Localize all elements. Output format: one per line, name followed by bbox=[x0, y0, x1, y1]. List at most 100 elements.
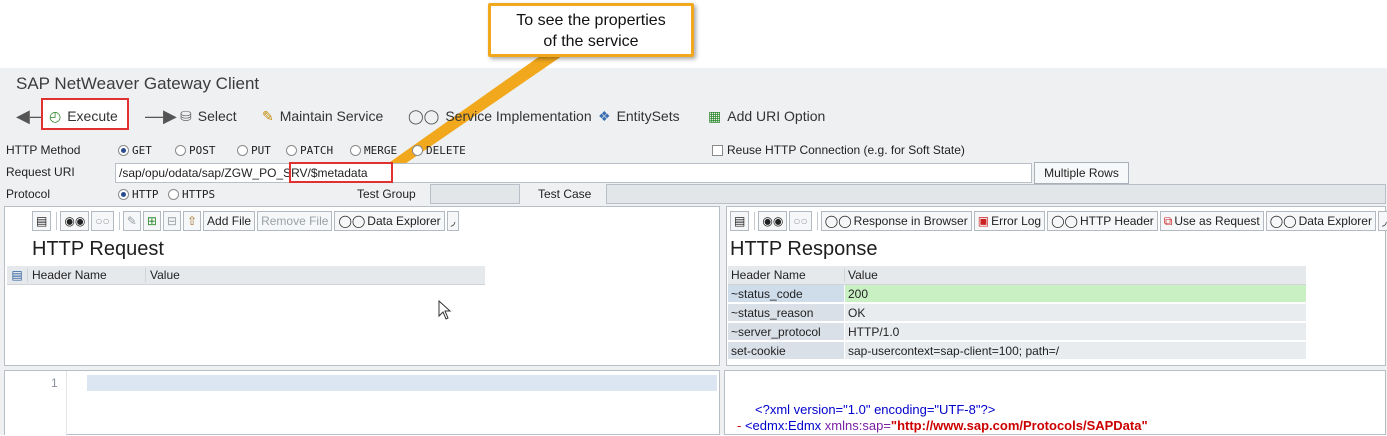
request-find-button[interactable]: ◉◉ bbox=[60, 211, 90, 231]
method-label-delete: DELETE bbox=[426, 144, 466, 157]
hierarchy-icon: ❖ bbox=[598, 107, 611, 124]
collapse-toggle[interactable]: - bbox=[737, 418, 745, 433]
xml-declaration: <?xml version="1.0" encoding="UTF-8"?> bbox=[755, 402, 996, 417]
headset-icon: ◞ bbox=[450, 214, 456, 228]
use-as-request-button[interactable]: ⧉ Use as Request bbox=[1159, 211, 1264, 231]
request-delete-row-button[interactable]: ⊟ bbox=[162, 211, 181, 231]
edit-icon: ✎ bbox=[262, 107, 274, 124]
method-label-post: POST bbox=[189, 144, 216, 157]
glasses-icon: ◯◯ bbox=[338, 214, 366, 228]
method-radio-put[interactable]: PUT bbox=[237, 144, 271, 157]
xml-attribute: xmlns:sap= bbox=[824, 418, 891, 433]
method-label-put: PUT bbox=[251, 144, 271, 157]
select-button[interactable]: ⛁ Select bbox=[180, 104, 237, 128]
radio-icon bbox=[286, 145, 297, 156]
radio-selected-icon bbox=[118, 145, 129, 156]
protocol-radio-http[interactable]: HTTP bbox=[118, 188, 159, 201]
protocol-radio-https[interactable]: HTTPS bbox=[168, 188, 215, 201]
response-find-next-button[interactable]: ○○ bbox=[789, 211, 812, 231]
request-data-explorer-button[interactable]: ◯◯ Data Explorer bbox=[334, 211, 445, 231]
request-edit-button[interactable]: ✎ bbox=[122, 211, 141, 231]
glasses-icon: ◯◯ bbox=[1269, 214, 1297, 228]
response-col-value: Value bbox=[844, 268, 878, 282]
reuse-connection-checkbox[interactable] bbox=[712, 145, 723, 156]
response-in-browser-label: Response in Browser bbox=[853, 214, 968, 228]
method-radio-delete[interactable]: DELETE bbox=[412, 144, 466, 157]
binoculars-icon: ◉◉ bbox=[762, 214, 784, 228]
pencil-icon: ✎ bbox=[126, 214, 137, 228]
request-body-editor[interactable]: 1 bbox=[4, 370, 720, 436]
grid-settings-icon[interactable]: ▤ bbox=[7, 268, 27, 282]
response-details-button[interactable]: ▤ bbox=[730, 211, 750, 231]
maintain-service-button[interactable]: ✎ Maintain Service bbox=[262, 104, 383, 128]
test-case-input[interactable] bbox=[606, 184, 1386, 204]
request-details-button[interactable]: ▤ bbox=[32, 211, 52, 231]
remove-file-button[interactable]: Remove File bbox=[257, 211, 333, 231]
service-implementation-button[interactable]: ◯◯ Service Implementation bbox=[408, 104, 592, 128]
xml-tag: <edmx:Edmx bbox=[744, 418, 825, 433]
service-implementation-label: Service Implementation bbox=[445, 108, 592, 124]
table-row-value[interactable]: 200 bbox=[845, 285, 1306, 303]
radio-icon bbox=[350, 145, 361, 156]
request-col-value: Value bbox=[145, 268, 180, 282]
callout-line-2: of the service bbox=[543, 33, 639, 50]
radio-selected-icon bbox=[118, 189, 129, 200]
execute-button[interactable]: ◴ Execute bbox=[49, 104, 118, 128]
error-log-button[interactable]: ▣ Error Log bbox=[973, 211, 1046, 231]
http-header-button[interactable]: ◯◯ HTTP Header bbox=[1047, 211, 1158, 231]
callout-note: To see the properties of the service bbox=[488, 3, 694, 57]
add-uri-option-label: Add URI Option bbox=[727, 108, 826, 124]
glasses-icon: ◯◯ bbox=[408, 107, 440, 124]
response-find-button[interactable]: ◉◉ bbox=[758, 211, 788, 231]
add-uri-option-button[interactable]: ▦ Add URI Option bbox=[708, 104, 825, 128]
response-in-browser-button[interactable]: ◯◯ Response in Browser bbox=[820, 211, 972, 231]
request-upload-button[interactable]: ⇧ bbox=[182, 211, 202, 231]
response-data-explorer-button[interactable]: ◯◯ Data Explorer bbox=[1265, 211, 1376, 231]
request-insert-row-button[interactable]: ⊞ bbox=[142, 211, 161, 231]
response-body-viewer[interactable]: <?xml version="1.0" encoding="UTF-8"?> -… bbox=[724, 370, 1386, 435]
toolbar-separator bbox=[816, 212, 818, 230]
method-radio-post[interactable]: POST bbox=[175, 144, 216, 157]
response-col-header-name: Header Name bbox=[731, 268, 806, 282]
http-header-label: HTTP Header bbox=[1079, 214, 1154, 228]
request-uri-input[interactable]: /sap/opu/odata/sap/ZGW_PO_SRV/$metadata bbox=[115, 163, 1032, 183]
request-header-grid: ▤ Header Name Value bbox=[7, 266, 485, 285]
protocol-label: Protocol bbox=[6, 187, 51, 201]
http-method-label: HTTP Method bbox=[6, 143, 81, 157]
request-find-next-button[interactable]: ○○ bbox=[91, 211, 114, 231]
method-label-get: GET bbox=[132, 144, 152, 157]
execute-icon: ◴ bbox=[49, 107, 62, 124]
table-row-value[interactable]: OK bbox=[845, 304, 1306, 322]
method-radio-patch[interactable]: PATCH bbox=[286, 144, 333, 157]
database-icon: ⛁ bbox=[180, 107, 192, 124]
binoculars-next-icon: ○○ bbox=[793, 214, 808, 228]
table-row-value[interactable]: HTTP/1.0 bbox=[845, 323, 1306, 341]
add-file-button[interactable]: Add File bbox=[203, 211, 256, 231]
entitysets-button[interactable]: ❖ EntitySets bbox=[598, 104, 680, 128]
toolbar-separator bbox=[56, 212, 58, 230]
request-headphones-button[interactable]: ◞ bbox=[446, 211, 460, 231]
add-option-icon: ▦ bbox=[708, 107, 722, 124]
table-row-name[interactable]: ~status_code bbox=[728, 285, 844, 303]
protocol-label-http: HTTP bbox=[132, 188, 159, 201]
method-radio-merge[interactable]: MERGE bbox=[350, 144, 397, 157]
response-headphones-button[interactable]: ◞ bbox=[1377, 211, 1387, 231]
toolbar-separator bbox=[754, 212, 756, 230]
error-log-icon: ▣ bbox=[977, 214, 990, 228]
response-toolbar: ▤ ◉◉ ○○ ◯◯ Response in Browser ▣ Error Log… bbox=[730, 210, 1387, 232]
table-row-value[interactable]: sap-usercontext=sap-client=100; path=/ bbox=[845, 342, 1306, 360]
table-row-name[interactable]: ~status_reason bbox=[728, 304, 844, 322]
method-radio-get[interactable]: GET bbox=[118, 144, 152, 157]
radio-icon bbox=[168, 189, 179, 200]
table-row-name[interactable]: ~server_protocol bbox=[728, 323, 844, 341]
table-row-name[interactable]: set-cookie bbox=[728, 342, 844, 360]
http-request-title: HTTP Request bbox=[32, 238, 164, 260]
binoculars-icon: ◉◉ bbox=[64, 214, 86, 228]
forward-button[interactable]: —▶ bbox=[145, 104, 177, 128]
select-label: Select bbox=[197, 108, 237, 124]
test-group-input[interactable] bbox=[430, 184, 520, 204]
upload-icon: ⇧ bbox=[186, 214, 198, 228]
multiple-rows-button[interactable]: Multiple Rows bbox=[1034, 162, 1129, 184]
details-icon: ▤ bbox=[734, 214, 746, 228]
request-data-explorer-label: Data Explorer bbox=[367, 214, 441, 228]
